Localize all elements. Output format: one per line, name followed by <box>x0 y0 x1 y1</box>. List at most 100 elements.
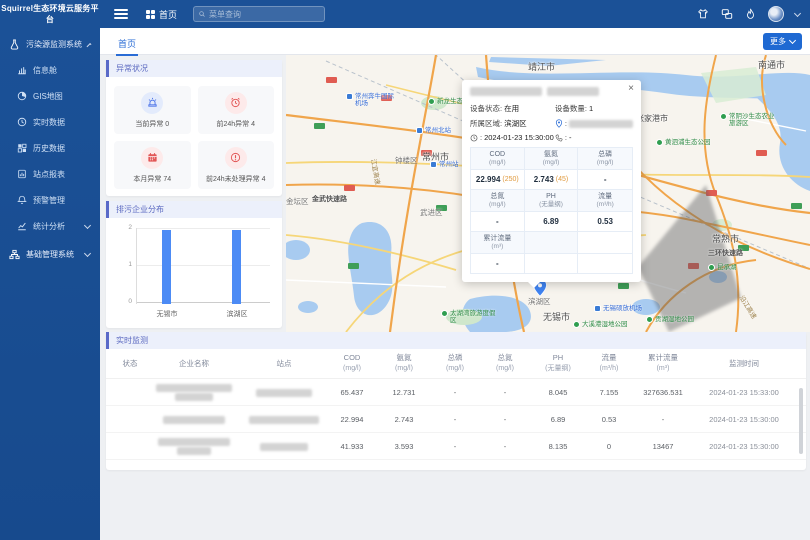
region-label: 所属区域: <box>470 118 502 129</box>
card-label: 前24h异常 4 <box>216 119 255 129</box>
pie-map-icon <box>17 91 27 101</box>
y-tick: 1 <box>114 261 132 268</box>
app-root: Squirrel生态环境云服务平台 首页 污染源监测系 <box>0 0 810 540</box>
site-name-masked <box>242 441 326 450</box>
enterprise-name-masked <box>146 414 242 423</box>
sidebar-item-realtime-data[interactable]: 实时数据 <box>0 109 100 135</box>
chevron-down-icon[interactable] <box>794 9 801 16</box>
enterprise-name-masked <box>146 437 242 455</box>
table-header: 状态 企业名称 站点 COD(mg/l) 氨氮(mg/l) 总磷(mg/l) 总… <box>106 349 806 379</box>
device-count-label: 设备数量: <box>555 103 587 114</box>
flame-icon[interactable] <box>744 8 757 21</box>
breadcrumb-label: 首页 <box>159 8 177 21</box>
card-current-abnormal[interactable]: 当前异常 0 <box>114 86 191 134</box>
sidebar-item-site-report[interactable]: 站点报表 <box>0 161 100 187</box>
site-name-masked <box>242 414 326 423</box>
bar-binhu[interactable] <box>232 230 241 304</box>
close-icon[interactable]: × <box>628 84 634 94</box>
enterprise-name-masked <box>146 383 242 401</box>
sidebar-item-history-data[interactable]: 历史数据 <box>0 135 100 161</box>
sidebar-item-statistics[interactable]: 统计分析 <box>0 213 100 239</box>
bar-chart-icon <box>17 65 27 75</box>
sidebar-item-label: 站点报表 <box>33 169 65 180</box>
card-month-abnormal[interactable]: 本月异常 74 <box>114 141 191 189</box>
chevron-down-icon <box>84 221 91 228</box>
alarm-clock-icon <box>225 92 247 114</box>
bar-chart: 2 1 0 无锡市 滨湖区 <box>114 222 274 326</box>
card-label: 本月异常 74 <box>133 174 171 184</box>
breadcrumb[interactable]: 首页 <box>146 8 177 21</box>
sidebar-nav: 污染源监测系统 信息舱 GIS地图 实时数据 历史数据 站点报表 预警管理 <box>0 28 100 540</box>
region-value: 滨湖区 <box>504 118 527 129</box>
bell-icon <box>17 195 27 205</box>
sidebar-item-label: 预警管理 <box>33 195 65 206</box>
sidebar-item-label: GIS地图 <box>33 91 63 102</box>
realtime-monitor-panel: 实时监测 状态 企业名称 站点 COD(mg/l) 氨氮(mg/l) 总磷(mg… <box>106 332 806 470</box>
x-category: 无锡市 <box>142 309 192 319</box>
popup-time: 2024-01-23 15:30:00 <box>484 133 554 142</box>
enterprise-distribution-panel: 排污企业分布 2 1 0 无锡市 滨湖区 <box>106 201 282 328</box>
bar-wuxi[interactable] <box>162 230 171 304</box>
user-avatar[interactable] <box>768 6 784 22</box>
abnormal-cards: 当前异常 0 前24h异常 4 本月异常 74 前24h未处理异常 4 <box>106 77 282 198</box>
exclamation-circle-icon <box>225 147 247 169</box>
device-status-label: 设备状态: <box>470 103 502 114</box>
panel-title: 异常状况 <box>106 60 282 77</box>
popup-params-table: COD(mg/l) 氨氮(mg/l) 总磷(mg/l) 22.994(250) … <box>470 147 633 274</box>
org-icon <box>9 249 20 260</box>
more-label: 更多 <box>770 36 786 47</box>
panel-title: 排污企业分布 <box>106 201 282 218</box>
panel-title: 实时监测 <box>106 332 806 349</box>
address-masked <box>569 120 633 128</box>
card-24h-abnormal[interactable]: 前24h异常 4 <box>198 86 275 134</box>
sidebar-item-alert-management[interactable]: 预警管理 <box>0 187 100 213</box>
card-label: 当前异常 0 <box>135 119 169 129</box>
sidebar-group-pollution-monitoring[interactable]: 污染源监测系统 <box>0 31 100 57</box>
layout-switch-icon[interactable] <box>720 8 733 21</box>
header-actions <box>696 6 810 22</box>
sidebar-item-label: 统计分析 <box>33 221 65 232</box>
calendar-icon <box>141 147 163 169</box>
table-row[interactable]: 65.437 12.731 - - 8.045 7.155 327636.531… <box>106 379 806 406</box>
y-tick: 2 <box>114 224 132 231</box>
theme-shirt-icon[interactable] <box>696 8 709 21</box>
popup-title-masked <box>470 87 633 97</box>
site-name-masked <box>242 387 326 396</box>
card-label: 前24h未处理异常 4 <box>206 174 266 184</box>
top-header: Squirrel生态环境云服务平台 首页 <box>0 0 810 28</box>
menu-search[interactable] <box>193 6 325 22</box>
abnormal-status-panel: 异常状况 当前异常 0 前24h异常 4 本月异常 74 <box>106 60 282 196</box>
card-24h-unhandled[interactable]: 前24h未处理异常 4 <box>198 141 275 189</box>
clock-icon <box>470 134 478 142</box>
sidebar-group-label: 污染源监测系统 <box>26 39 82 50</box>
clock-icon <box>17 117 27 127</box>
tab-bar: 首页 更多 <box>100 28 810 55</box>
sidebar-item-gis-map[interactable]: GIS地图 <box>0 83 100 109</box>
tab-home[interactable]: 首页 <box>112 34 142 53</box>
station-info-popup: × 设备状态:在用 设备数量:1 所属区域:滨湖区 : :2024-01-23 … <box>462 80 641 282</box>
search-input[interactable] <box>209 10 319 19</box>
grid-icon <box>17 143 27 153</box>
device-count-value: 1 <box>589 104 593 113</box>
hamburger-menu-icon[interactable] <box>114 9 128 19</box>
popup-device-info: 设备状态:在用 设备数量:1 所属区域:滨湖区 : :2024-01-23 15… <box>470 103 633 142</box>
more-button[interactable]: 更多 <box>763 33 802 50</box>
sidebar-item-label: 信息舱 <box>33 65 57 76</box>
sidebar-group-label: 基础管理系统 <box>26 249 74 260</box>
sidebar-item-info-hub[interactable]: 信息舱 <box>0 57 100 83</box>
siren-icon <box>141 92 163 114</box>
location-pin-icon <box>555 119 563 128</box>
line-chart-icon <box>17 221 27 231</box>
device-status-value: 在用 <box>504 103 519 114</box>
table-row[interactable]: 41.933 3.593 - - 8.135 0 13467 2024-01-2… <box>106 433 806 460</box>
home-grid-icon <box>146 10 155 19</box>
search-icon <box>199 10 205 18</box>
sidebar-item-label: 历史数据 <box>33 143 65 154</box>
sidebar-group-base-management[interactable]: 基础管理系统 <box>0 241 100 267</box>
report-icon <box>17 169 27 179</box>
table-row[interactable]: 22.994 2.743 - - 6.89 0.53 - 2024-01-23 … <box>106 406 806 433</box>
table-scrollbar[interactable] <box>799 388 803 454</box>
sidebar-item-label: 实时数据 <box>33 117 65 128</box>
chevron-down-icon <box>789 37 796 44</box>
app-logo: Squirrel生态环境云服务平台 <box>0 3 100 25</box>
